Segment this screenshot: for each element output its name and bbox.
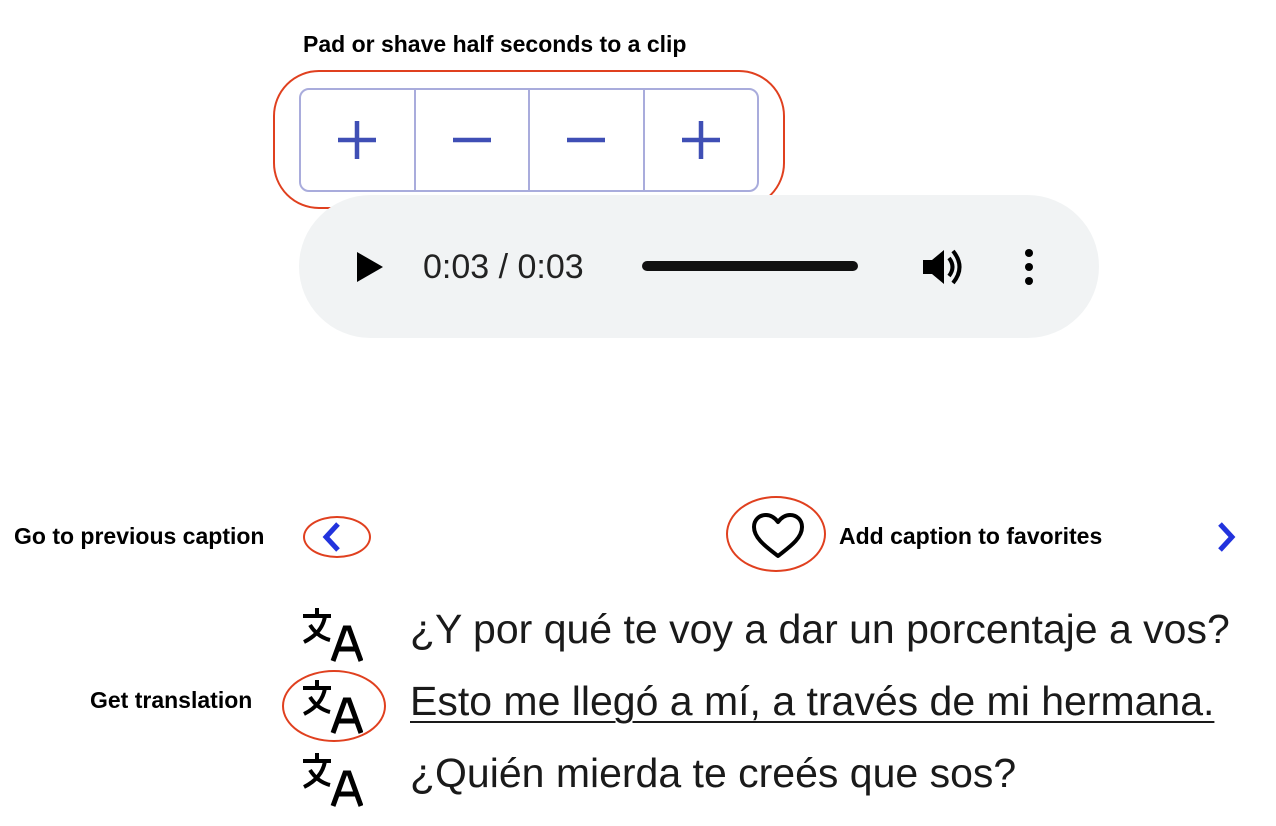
- translate-icon[interactable]: [301, 749, 363, 807]
- play-icon[interactable]: [355, 250, 385, 284]
- chevron-right-icon[interactable]: [1212, 520, 1240, 554]
- minus-icon: [452, 137, 491, 143]
- translate-icon[interactable]: [301, 604, 363, 662]
- audio-player: 0:03 / 0:03: [299, 195, 1099, 338]
- caption-line-current[interactable]: Esto me llegó a mí, a través de mi herma…: [410, 677, 1214, 725]
- volume-icon[interactable]: [921, 247, 967, 287]
- chevron-left-icon[interactable]: [318, 520, 346, 554]
- previous-caption-annotation: Go to previous caption: [14, 523, 265, 549]
- pad-shave-annotation: Pad or shave half seconds to a clip: [303, 31, 687, 57]
- pad-start-button[interactable]: [301, 90, 416, 190]
- caption-line[interactable]: ¿Y por qué te voy a dar un porcentaje a …: [410, 605, 1230, 653]
- caption-line[interactable]: ¿Quién mierda te creés que sos?: [410, 749, 1016, 797]
- favorites-annotation: Add caption to favorites: [839, 523, 1103, 549]
- shave-end-button[interactable]: [530, 90, 645, 190]
- translate-icon[interactable]: [301, 676, 363, 734]
- audio-time-display: 0:03 / 0:03: [423, 248, 584, 286]
- pad-shave-controls: [299, 88, 759, 192]
- audio-progress-bar[interactable]: [642, 261, 858, 271]
- more-vert-icon[interactable]: [1019, 247, 1039, 287]
- minus-icon: [567, 137, 606, 143]
- heart-icon[interactable]: [750, 512, 806, 560]
- pad-end-button[interactable]: [645, 90, 758, 190]
- shave-start-button[interactable]: [416, 90, 530, 190]
- plus-icon: [681, 121, 720, 159]
- plus-icon: [338, 121, 377, 159]
- translation-annotation: Get translation: [90, 687, 253, 713]
